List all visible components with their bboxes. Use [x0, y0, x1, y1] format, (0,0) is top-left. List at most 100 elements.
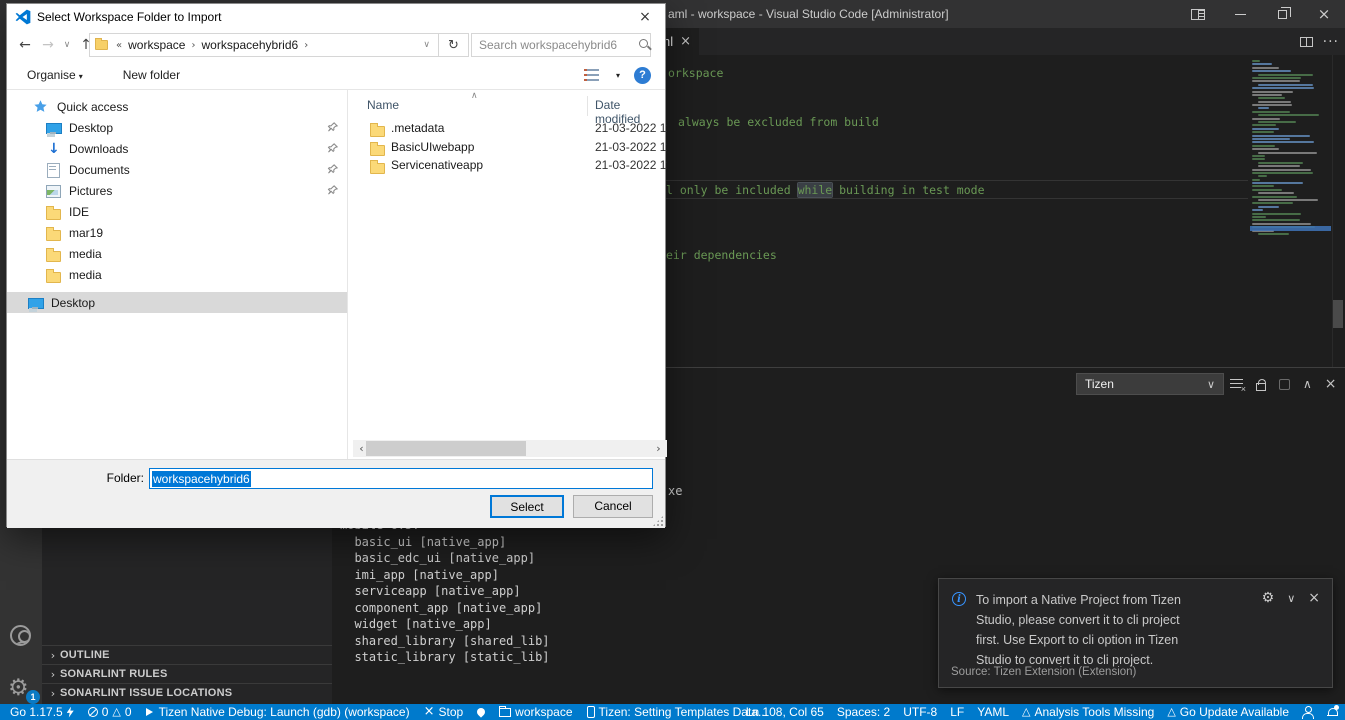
notification-chevron-down-icon[interactable]: ∨ [1287, 592, 1295, 605]
warning-icon: △ [1022, 707, 1030, 717]
status-cursor-position[interactable]: Ln 108, Col 65 [746, 704, 824, 720]
status-go-update[interactable]: △Go Update Available [1167, 704, 1289, 720]
chevron-right-icon: › [46, 649, 60, 662]
folder-name-input[interactable]: workspacehybrid6 [149, 468, 653, 489]
tree-item[interactable]: media [7, 264, 347, 285]
tree-item[interactable]: Desktop [7, 117, 347, 138]
device-icon [587, 706, 595, 718]
status-debug-launch[interactable]: Tizen Native Debug: Launch (gdb) (worksp… [146, 704, 410, 720]
status-notifications[interactable] [1327, 704, 1337, 720]
address-dropdown-icon[interactable]: ∨ [423, 40, 438, 50]
back-icon[interactable]: ← [13, 37, 37, 53]
tree-item[interactable]: Pictures [7, 180, 347, 201]
notification-close-icon[interactable]: × [1308, 590, 1320, 606]
caret-down-icon: ▾ [79, 72, 83, 81]
pin-icon [327, 121, 339, 133]
status-flame[interactable] [477, 704, 485, 720]
tree-item-icon [45, 120, 61, 136]
restore-button[interactable] [1261, 0, 1303, 28]
status-feedback[interactable] [1302, 704, 1314, 720]
resize-grip[interactable] [653, 516, 663, 526]
refresh-icon[interactable]: ↻ [439, 33, 469, 57]
output-line: component_app [native_app] [340, 600, 550, 617]
clear-output-icon[interactable] [1230, 379, 1243, 389]
open-in-editor-icon[interactable] [1279, 379, 1290, 390]
output-line: shared_library [shared_lib] [340, 633, 550, 650]
editor-comment-fragment: orkspace [668, 66, 723, 80]
editor-scrollbar-thumb[interactable] [1333, 300, 1343, 328]
select-button[interactable]: Select [490, 495, 564, 518]
help-icon[interactable]: ? [634, 67, 651, 84]
folder-icon [369, 140, 385, 156]
editor-actions: ··· [1300, 28, 1339, 55]
minimize-button[interactable] [1219, 0, 1261, 28]
status-problems[interactable]: 0 △0 [88, 704, 132, 720]
cancel-button[interactable]: Cancel [573, 495, 653, 518]
status-stop[interactable]: ×Stop [424, 704, 464, 720]
dialog-footer: Folder: workspacehybrid6 Select Cancel [7, 459, 665, 528]
editor-current-line: l only be included while building in tes… [666, 180, 1248, 199]
output-channel-select[interactable]: Tizen ∨ [1076, 373, 1224, 395]
close-button[interactable]: × [1303, 0, 1345, 28]
sidebar-section-header[interactable]: › SONARLINT RULES [42, 664, 332, 683]
chevron-right-icon: › [189, 40, 197, 51]
notification-gear-icon[interactable]: ⚙ [1262, 590, 1275, 606]
more-actions-icon[interactable]: ··· [1323, 37, 1339, 47]
close-panel-icon[interactable]: × [1325, 376, 1337, 392]
lock-scroll-icon[interactable] [1256, 383, 1266, 391]
stop-x-icon: × [424, 704, 435, 720]
split-editor-icon[interactable] [1300, 37, 1313, 47]
tree-item[interactable]: IDE [7, 201, 347, 222]
tree-item[interactable]: Downloads [7, 138, 347, 159]
account-icon[interactable] [10, 625, 31, 646]
notification-toast: i To import a Native Project from Tizen … [938, 578, 1333, 688]
zap-icon [67, 707, 74, 718]
output-line: static_library [static_lib] [340, 649, 550, 666]
tree-item-desktop-selected[interactable]: Desktop [7, 292, 347, 313]
breadcrumb-workspace[interactable]: workspace [124, 38, 189, 52]
maximize-panel-icon[interactable]: ∧ [1303, 377, 1312, 391]
scroll-right-icon[interactable]: › [650, 440, 667, 457]
new-folder-button[interactable]: New folder [117, 68, 186, 82]
organise-button[interactable]: Organise▾ [21, 68, 89, 82]
window-title: aml - workspace - Visual Studio Code [Ad… [668, 0, 949, 28]
file-row[interactable]: BasicUIwebapp 21-03-2022 11:5 [353, 138, 667, 157]
output-text-fragment: xe [668, 484, 682, 498]
scrollbar-thumb[interactable] [366, 441, 526, 456]
tree-item-icon [45, 162, 61, 178]
view-mode-icon[interactable] [584, 69, 599, 81]
status-tizen-task[interactable]: Tizen: Setting Templates Data... [587, 704, 768, 720]
file-row[interactable]: .metadata 21-03-2022 11:4 [353, 119, 667, 138]
folder-icon [369, 158, 385, 174]
status-language[interactable]: YAML [977, 704, 1009, 720]
customize-layout-icon[interactable] [1177, 0, 1219, 28]
recent-locations-icon[interactable]: ∨ [59, 40, 75, 50]
column-name[interactable]: Name [367, 98, 399, 112]
status-eol[interactable]: LF [950, 704, 964, 720]
status-workspace[interactable]: workspace [499, 704, 572, 720]
search-input[interactable] [472, 38, 638, 52]
dialog-close-icon[interactable]: × [625, 4, 665, 30]
breadcrumb-workspacehybrid6[interactable]: workspacehybrid6 [197, 38, 302, 52]
view-caret-icon[interactable]: ▾ [616, 71, 620, 80]
tree-item[interactable]: mar19 [7, 222, 347, 243]
sidebar-section-header[interactable]: › SONARLINT ISSUE LOCATIONS [42, 683, 332, 702]
status-analysis-warning[interactable]: △Analysis Tools Missing [1022, 704, 1154, 720]
sidebar-section-header[interactable]: › OUTLINE [42, 645, 332, 664]
minimap[interactable] [1250, 60, 1331, 245]
folder-icon [45, 204, 61, 220]
tree-item-quick-access[interactable]: Quick access [7, 96, 347, 117]
status-go-version[interactable]: Go 1.17.5 [10, 704, 74, 720]
folder-icon [45, 225, 61, 241]
tab-close-icon[interactable]: × [680, 34, 691, 49]
status-encoding[interactable]: UTF-8 [903, 704, 937, 720]
status-indentation[interactable]: Spaces: 2 [837, 704, 890, 720]
tree-item[interactable]: media [7, 243, 347, 264]
settings-gear-icon[interactable]: ⚙ 1 [8, 673, 36, 703]
horizontal-scrollbar[interactable]: ‹ › [353, 440, 667, 457]
address-bar[interactable]: « workspace › workspacehybrid6 › ∨ [89, 33, 439, 57]
tree-item[interactable]: Documents [7, 159, 347, 180]
file-row[interactable]: Servicenativeapp 21-03-2022 11:5 [353, 156, 667, 175]
dialog-toolbar: Organise▾ New folder ▾ ? [7, 60, 665, 90]
chevron-right-icon: › [46, 687, 60, 700]
